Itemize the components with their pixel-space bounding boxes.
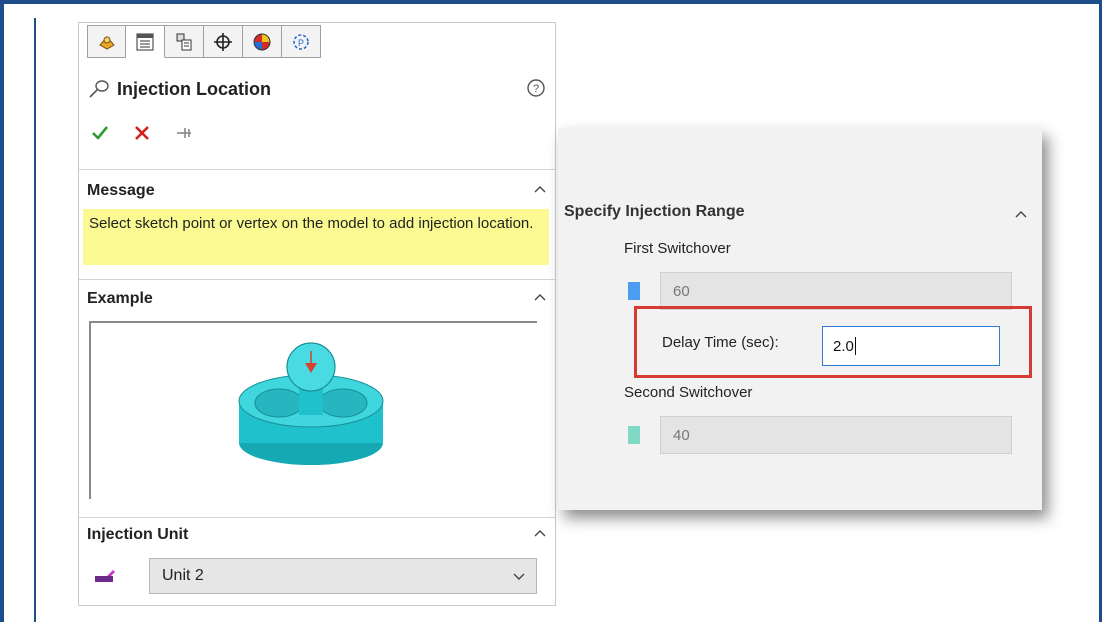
appearance-sphere-icon: [253, 33, 271, 50]
injection-unit-icon: [95, 570, 115, 582]
injection-unit-selected: Unit 2: [162, 567, 204, 584]
property-manager-icon: [136, 33, 154, 50]
injection-unit-header-label: Injection Unit: [87, 526, 189, 543]
chevron-up-icon[interactable]: [533, 291, 547, 305]
injection-location-icon: [89, 80, 109, 98]
second-switchover-field[interactable]: 40: [660, 416, 1012, 454]
first-switchover-field[interactable]: 60: [660, 272, 1012, 310]
message-text: Select sketch point or vertex on the mod…: [83, 209, 549, 265]
configuration-icon: [176, 33, 192, 50]
chevron-up-icon[interactable]: [533, 527, 547, 541]
chevron-up-icon[interactable]: [1014, 208, 1028, 222]
property-manager-panel: P Injection Location ? Message Select sk…: [78, 22, 556, 606]
second-switchover-label: Second Switchover: [624, 384, 753, 401]
example-section-header[interactable]: Example: [87, 287, 551, 311]
page-title: Injection Location: [117, 78, 272, 99]
chevron-up-icon[interactable]: [533, 183, 547, 197]
separator: [79, 517, 555, 518]
message-section-header[interactable]: Message: [87, 179, 551, 203]
frame-divider: [34, 18, 36, 622]
plastics-manager-tab[interactable]: P: [282, 25, 321, 58]
separator: [79, 169, 555, 170]
second-switchover-swatch: [628, 426, 640, 444]
injection-unit-row: Unit 2: [93, 558, 543, 594]
plastics-icon: P: [293, 33, 309, 50]
action-buttons: [91, 121, 193, 145]
svg-text:?: ?: [533, 83, 539, 95]
window-frame-top: [0, 0, 1102, 4]
cancel-x-icon[interactable]: [133, 124, 151, 142]
help-icon[interactable]: ?: [525, 77, 547, 99]
injection-unit-section-header[interactable]: Injection Unit: [87, 523, 551, 547]
delay-time-highlight-box: [634, 306, 1032, 378]
configuration-manager-tab[interactable]: [165, 25, 204, 58]
window-frame-left: [0, 0, 4, 622]
display-manager-tab[interactable]: [243, 25, 282, 58]
chevron-down-icon: [513, 573, 525, 580]
panel-title-row: Injection Location ?: [87, 75, 547, 103]
manager-tab-bar: P: [87, 25, 321, 60]
example-model-graphic: [238, 342, 384, 465]
svg-text:P: P: [298, 38, 304, 48]
property-manager-tab[interactable]: [126, 25, 165, 58]
first-switchover-swatch: [628, 282, 640, 300]
example-image: [89, 321, 537, 499]
injection-range-header: Specify Injection Range: [564, 203, 745, 220]
message-header-label: Message: [87, 182, 155, 199]
feature-tree-icon: [98, 35, 115, 50]
dimxpert-manager-tab[interactable]: [204, 25, 243, 58]
ok-check-icon[interactable]: [91, 124, 109, 142]
pin-icon[interactable]: [175, 124, 193, 142]
first-switchover-label: First Switchover: [624, 240, 731, 257]
injection-unit-dropdown[interactable]: Unit 2: [149, 558, 537, 594]
example-header-label: Example: [87, 290, 153, 307]
crosshair-icon: [214, 32, 232, 51]
separator: [79, 279, 555, 280]
feature-manager-tab[interactable]: [87, 25, 126, 58]
